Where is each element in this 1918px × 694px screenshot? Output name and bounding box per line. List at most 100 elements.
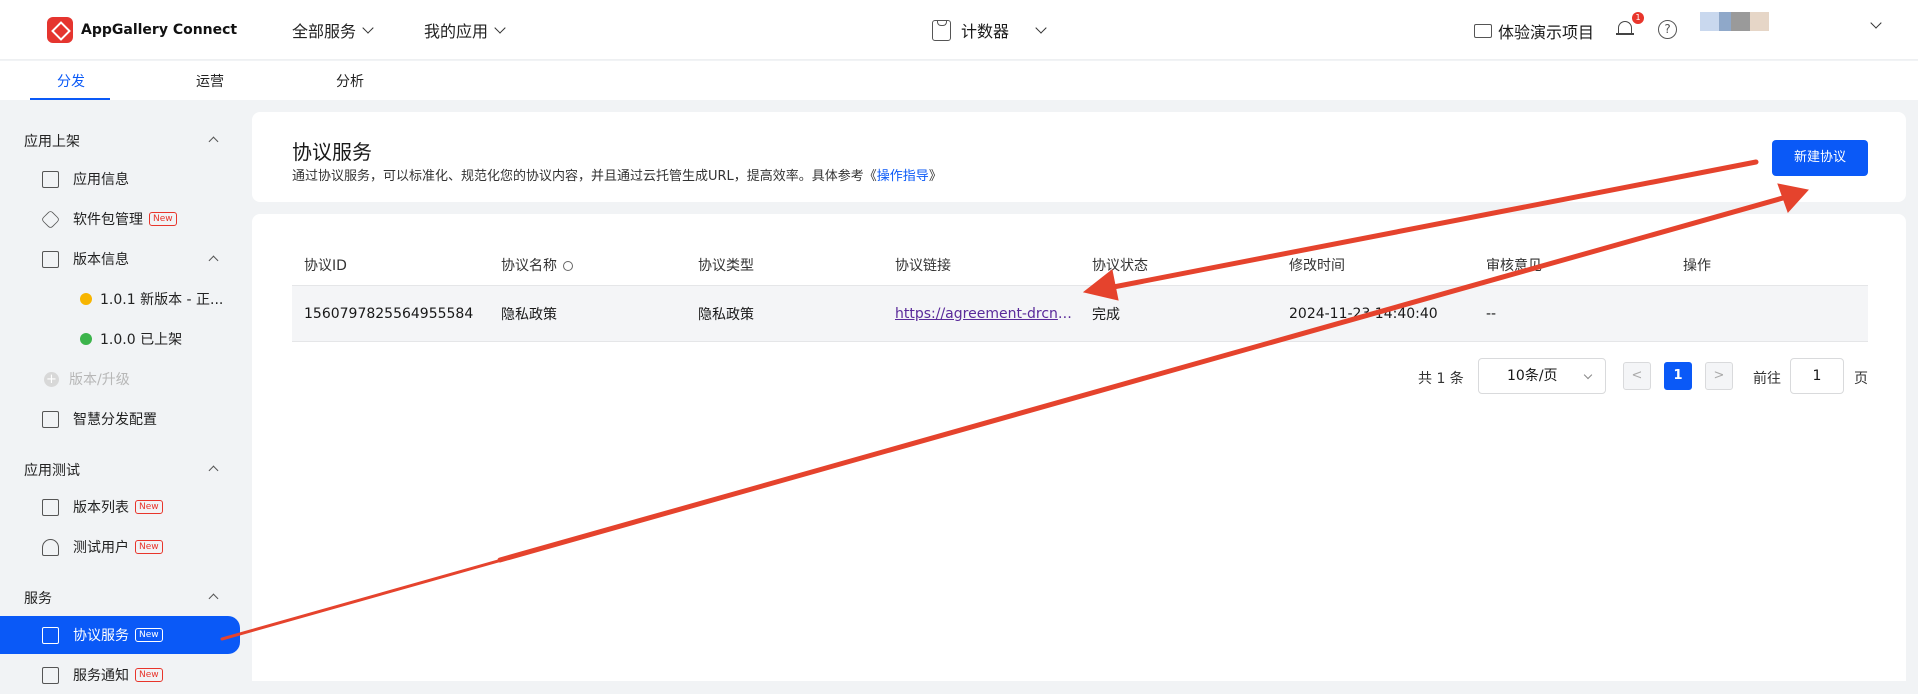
sidebar-item-test-users[interactable]: 测试用户 New — [0, 528, 240, 566]
column-header: 操作 — [1683, 258, 1711, 274]
demo-project-link[interactable]: 体验演示项目 — [1474, 19, 1594, 43]
page-description: 通过协议服务，可以标准化、规范化您的协议内容，并且通过云托管生成URL，提高效率… — [292, 169, 942, 184]
column-header: 协议ID — [304, 258, 347, 274]
page-size-select[interactable]: 10条/页 — [1478, 358, 1606, 394]
new-badge: New — [135, 540, 163, 554]
new-badge: New — [135, 500, 163, 514]
sidebar-item-label: 软件包管理 — [73, 212, 143, 228]
chevron-down-icon — [1035, 21, 1047, 34]
sidebar-item-label: 1.0.0 已上架 — [100, 332, 183, 348]
tab-operate[interactable]: 运营 — [196, 71, 224, 91]
sidebar-item-version-101[interactable]: 1.0.1 新版本 - 正... — [0, 280, 240, 318]
agreement-table: 协议ID 协议名称 协议类型 协议链接 协议状态 修改时间 审核意见 操作 15… — [292, 245, 1868, 342]
goto-page-input[interactable]: 1 — [1790, 358, 1844, 394]
column-header: 修改时间 — [1289, 258, 1345, 274]
sidebar-item-package-mgmt[interactable]: 软件包管理 New — [0, 200, 240, 238]
status-dot-yellow — [80, 293, 92, 305]
column-header-name: 协议名称 — [489, 255, 686, 275]
column-header: 审核意见 — [1486, 258, 1542, 274]
main-tabs: 分发 运营 分析 — [0, 61, 1918, 100]
column-header: 协议状态 — [1092, 258, 1148, 274]
new-badge: New — [135, 668, 163, 682]
page-unit-label: 页 — [1854, 371, 1868, 387]
avatar[interactable] — [1700, 12, 1769, 31]
tab-distribute[interactable]: 分发 — [57, 71, 85, 91]
app-info-icon — [42, 170, 59, 188]
sidebar-item-version-list[interactable]: 版本列表 New — [0, 488, 240, 526]
goto-label: 前往 — [1753, 371, 1781, 387]
user-icon — [42, 538, 59, 556]
agreement-link[interactable]: https://agreement-drcn.cloud.huawei.com — [883, 306, 1080, 322]
guide-link[interactable]: 操作指导 — [877, 169, 929, 184]
sidebar-item-label: 版本/升级 — [69, 372, 130, 388]
plus-circle-icon: + — [44, 371, 59, 387]
new-badge: New — [149, 212, 177, 226]
sidebar-item-agreement-service[interactable]: 协议服务 New — [0, 616, 240, 654]
agreement-icon — [42, 626, 59, 644]
version-info-icon — [42, 250, 59, 268]
group-title-services: 服务 — [24, 591, 52, 607]
current-app-name: 计数器 — [961, 22, 1010, 41]
sidebar-item-version-info[interactable]: 版本信息 — [0, 240, 240, 278]
agreement-status: 完成 — [1092, 306, 1120, 323]
sidebar-item-version-100[interactable]: 1.0.0 已上架 — [0, 320, 240, 358]
table-row: 1560797825564955584 隐私政策 隐私政策 https://ag… — [292, 285, 1868, 342]
top-header: AppGallery Connect 全部服务 我的应用 计数器 体验演示项目 … — [0, 0, 1918, 60]
help-icon[interactable]: ? — [1658, 20, 1677, 39]
app-logo[interactable]: AppGallery Connect — [47, 17, 237, 43]
version-list-icon — [42, 498, 59, 516]
app-bag-icon — [932, 19, 951, 41]
sidebar-item-label: 测试用户 — [73, 540, 129, 556]
all-services-menu[interactable]: 全部服务 — [292, 18, 374, 42]
smart-dist-icon — [42, 410, 59, 428]
group-title-app-release: 应用上架 — [24, 134, 80, 150]
page-title: 协议服务 — [292, 140, 372, 164]
sidebar-item-label: 服务通知 — [73, 668, 129, 684]
package-icon — [40, 209, 61, 229]
agreement-type: 隐私政策 — [698, 306, 754, 323]
sidebar-item-smart-dist[interactable]: 智慧分发配置 — [0, 400, 240, 438]
sidebar-item-label: 协议服务 — [73, 628, 129, 644]
appgallery-logo-icon — [47, 17, 73, 43]
chevron-down-icon — [494, 21, 506, 34]
logo-text: AppGallery Connect — [81, 22, 238, 38]
all-services-label: 全部服务 — [292, 22, 357, 41]
new-agreement-button[interactable]: 新建协议 — [1772, 140, 1868, 176]
table-header: 协议ID 协议名称 协议类型 协议链接 协议状态 修改时间 审核意见 操作 — [292, 245, 1868, 285]
notification-badge: 1 — [1632, 12, 1644, 24]
chevron-up-icon — [208, 255, 219, 266]
user-menu-chevron-icon[interactable] — [1870, 17, 1882, 29]
demo-icon — [1474, 24, 1492, 38]
sidebar-item-label: 应用信息 — [73, 172, 129, 188]
sidebar-item-app-info[interactable]: 应用信息 — [0, 160, 240, 198]
tab-analyze[interactable]: 分析 — [336, 71, 364, 91]
agreement-name: 隐私政策 — [501, 306, 557, 323]
page-1-button[interactable]: 1 — [1664, 362, 1692, 390]
status-dot-green — [80, 333, 92, 345]
sidebar-item-version-upgrade: + 版本/升级 — [0, 360, 240, 398]
my-apps-menu[interactable]: 我的应用 — [424, 18, 506, 42]
sidebar-item-service-notice[interactable]: 服务通知 New — [0, 656, 240, 694]
demo-project-label: 体验演示项目 — [1498, 23, 1595, 42]
chevron-down-icon — [362, 21, 374, 34]
column-header: 协议链接 — [895, 258, 951, 274]
new-badge: New — [135, 628, 163, 642]
pagination-total: 共 1 条 — [1418, 371, 1464, 387]
sidebar-item-label: 版本列表 — [73, 500, 129, 516]
review-comment: -- — [1486, 305, 1497, 322]
agreement-id: 1560797825564955584 — [304, 305, 474, 322]
search-icon[interactable] — [563, 261, 573, 271]
sidebar-item-label: 版本信息 — [73, 252, 129, 268]
page-header-card — [252, 112, 1906, 202]
bell-icon[interactable] — [1616, 20, 1634, 38]
sidebar-item-label: 智慧分发配置 — [73, 412, 157, 428]
my-apps-label: 我的应用 — [424, 22, 489, 41]
column-header: 协议类型 — [698, 258, 754, 274]
modified-time: 2024-11-23 14:40:40 — [1289, 305, 1438, 322]
prev-page-button[interactable]: < — [1623, 362, 1651, 390]
sidebar-item-label: 1.0.1 新版本 - 正... — [100, 292, 224, 308]
group-title-app-testing: 应用测试 — [24, 463, 80, 479]
next-page-button[interactable]: > — [1705, 362, 1733, 390]
chevron-down-icon — [1583, 370, 1593, 380]
app-selector[interactable]: 计数器 — [932, 18, 1047, 42]
